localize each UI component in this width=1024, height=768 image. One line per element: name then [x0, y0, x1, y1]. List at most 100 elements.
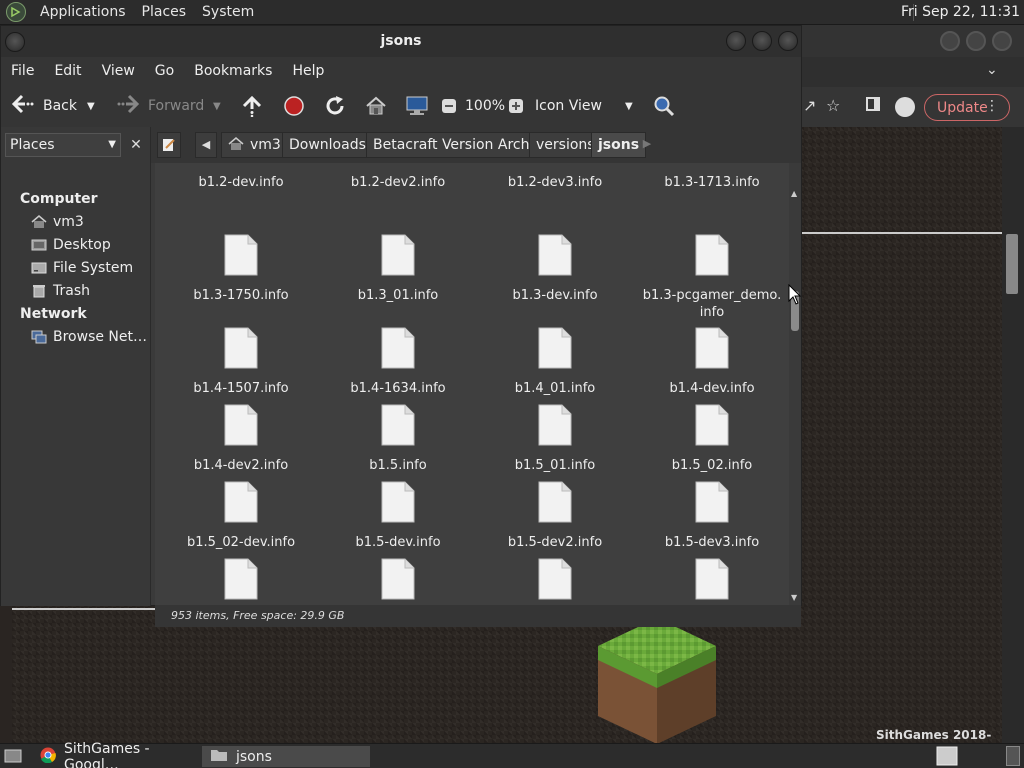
reload-icon[interactable]	[324, 85, 346, 127]
view-mode-select[interactable]: Icon View	[535, 85, 602, 127]
document-icon	[381, 234, 415, 276]
file-item[interactable]: b1.2-dev2.info	[320, 163, 476, 191]
minimize-icon[interactable]	[726, 31, 746, 51]
taskbar-item-chrome[interactable]: SithGames - Googl…	[32, 741, 200, 768]
menu-go[interactable]: Go	[145, 63, 184, 79]
sidebar-item-file-system[interactable]: File System	[31, 260, 133, 276]
file-item[interactable]: b1.4_01.info	[477, 327, 633, 397]
window-titlebar[interactable]: jsons	[1, 26, 801, 57]
search-icon[interactable]	[653, 85, 675, 127]
scroll-up-icon[interactable]: ▲	[791, 189, 797, 198]
maximize-icon[interactable]	[752, 31, 772, 51]
file-item[interactable]: b1.5-dev3.info	[634, 481, 789, 551]
menu-applications[interactable]: Applications	[32, 4, 134, 20]
profile-avatar[interactable]	[895, 97, 915, 117]
file-item[interactable]: b1.3-1713.info	[634, 163, 789, 191]
document-icon	[224, 481, 258, 523]
zoom-in-icon[interactable]	[508, 85, 524, 127]
sidebar-close-icon[interactable]: ✕	[125, 133, 147, 157]
workspace-switcher-icon[interactable]	[936, 746, 958, 768]
folder-icon	[210, 748, 228, 766]
view-mode-dropdown-icon[interactable]: ▼	[625, 85, 633, 127]
menu-places[interactable]: Places	[134, 4, 195, 20]
path-scroll-left-icon[interactable]: ◀	[195, 132, 217, 158]
sidebar-item-browse-network[interactable]: Browse Net…	[31, 329, 147, 345]
document-icon	[224, 234, 258, 276]
menu-view[interactable]: View	[92, 63, 145, 79]
path-scroll-right-icon[interactable]: ▶	[637, 132, 657, 158]
document-icon	[538, 404, 572, 446]
file-item[interactable]: b1.3-1750.info	[163, 234, 319, 304]
sidebar-item-desktop[interactable]: Desktop	[31, 237, 111, 253]
clock[interactable]: Fri Sep 22, 11:31	[901, 0, 1020, 25]
file-item[interactable]: b1.3-pcgamer_demo. info	[634, 234, 789, 321]
document-icon	[224, 558, 258, 600]
file-item[interactable]: b1.5.info	[320, 404, 476, 474]
menu-file[interactable]: File	[1, 63, 44, 79]
menubar: File Edit View Go Bookmarks Help	[1, 57, 801, 85]
menu-edit[interactable]: Edit	[44, 63, 91, 79]
scroll-down-icon[interactable]: ▼	[791, 593, 797, 602]
status-bar: 953 items, Free space: 29.9 GB	[155, 605, 801, 627]
file-item[interactable]: b1.5_02-dev.info	[163, 481, 319, 551]
zoom-level[interactable]: 100%	[465, 85, 505, 127]
file-item[interactable]: b1.5-dev2.info	[477, 481, 633, 551]
file-item[interactable]: b1.4-1634.info	[320, 327, 476, 397]
sidebar-item-trash[interactable]: Trash	[31, 283, 90, 299]
browser-minimize-icon[interactable]	[940, 31, 960, 51]
file-item[interactable]: b1.4-dev.info	[634, 327, 789, 397]
file-item[interactable]: b1.5_01.info	[477, 404, 633, 474]
share-icon[interactable]: ↗	[803, 96, 816, 115]
toggle-location-entry-icon[interactable]	[157, 132, 181, 158]
file-item[interactable]: b1.4-1507.info	[163, 327, 319, 397]
file-item[interactable]	[477, 558, 633, 605]
file-item[interactable]	[163, 558, 319, 605]
breadcrumb-vm3[interactable]: vm3	[221, 132, 288, 158]
browser-close-icon[interactable]	[992, 31, 1012, 51]
sidebar-selector[interactable]: Places ▼	[5, 133, 121, 157]
home-icon[interactable]	[365, 85, 387, 127]
file-item[interactable]	[634, 558, 789, 605]
more-menu-icon[interactable]: ⋮	[985, 98, 999, 114]
menu-help[interactable]: Help	[282, 63, 334, 79]
back-button[interactable]: Back	[11, 85, 77, 127]
side-panel-icon[interactable]	[866, 96, 880, 115]
file-item[interactable]: b1.2-dev.info	[163, 163, 319, 191]
back-arrow-icon	[11, 94, 35, 118]
file-list-scrollbar[interactable]: ▲ ▼	[789, 163, 801, 605]
page-scrollbar[interactable]	[1002, 127, 1024, 743]
file-item[interactable]: b1.5_02.info	[634, 404, 789, 474]
file-name: b1.4-1507.info	[193, 381, 289, 396]
forward-button[interactable]: Forward	[116, 85, 204, 127]
sidebar-item-label: File System	[53, 260, 134, 276]
file-item[interactable]: b1.3-dev.info	[477, 234, 633, 304]
file-name: b1.4_01.info	[514, 381, 596, 396]
update-button[interactable]: Update ⋮	[924, 94, 1010, 121]
close-icon[interactable]	[778, 31, 798, 51]
back-history-dropdown-icon[interactable]: ▼	[87, 85, 95, 127]
forward-history-dropdown-icon[interactable]: ▼	[213, 85, 221, 127]
file-item[interactable]: b1.3_01.info	[320, 234, 476, 304]
document-icon	[695, 404, 729, 446]
zoom-out-icon[interactable]	[441, 85, 457, 127]
menu-system[interactable]: System	[194, 4, 262, 20]
up-icon[interactable]	[241, 85, 263, 127]
page-scrollbar-thumb[interactable]	[1006, 234, 1018, 294]
file-item[interactable]: b1.4-dev2.info	[163, 404, 319, 474]
bookmark-star-icon[interactable]: ☆	[826, 96, 840, 115]
tab-search-chevron-icon[interactable]: ⌄	[986, 62, 998, 78]
computer-icon[interactable]	[405, 85, 429, 127]
menu-logo-icon[interactable]	[6, 2, 26, 22]
taskbar-item-jsons[interactable]: jsons	[202, 746, 370, 767]
file-name: b1.3-1750.info	[193, 288, 289, 303]
menu-bookmarks[interactable]: Bookmarks	[184, 63, 282, 79]
file-item[interactable]: b1.5-dev.info	[320, 481, 476, 551]
breadcrumb-downloads[interactable]: Downloads	[282, 132, 373, 158]
file-item[interactable]	[320, 558, 476, 605]
trash-applet-icon[interactable]	[1006, 746, 1020, 766]
show-desktop-icon[interactable]	[4, 748, 22, 768]
file-item[interactable]: b1.2-dev3.info	[477, 163, 633, 191]
sidebar-item-vm3[interactable]: vm3	[31, 214, 84, 230]
stop-icon[interactable]	[283, 85, 305, 127]
browser-maximize-icon[interactable]	[966, 31, 986, 51]
